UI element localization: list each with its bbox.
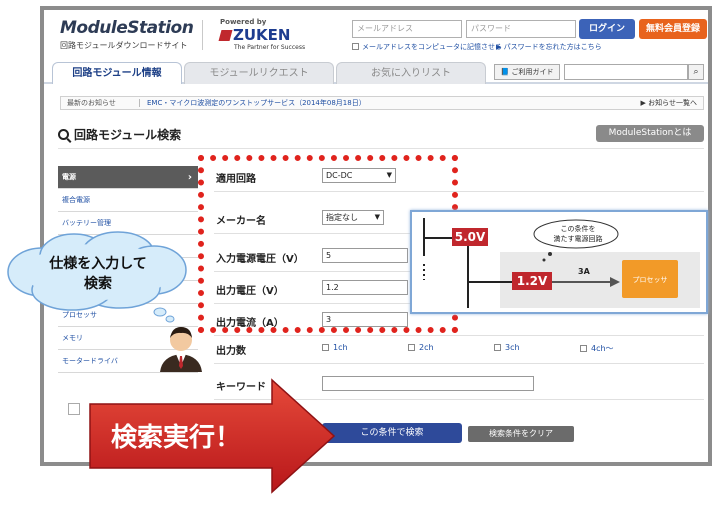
news-more-link[interactable]: ▶ お知らせ一覧へ	[641, 97, 697, 109]
row-channels: 出力数 1ch 2ch 3ch 4ch～	[214, 332, 704, 364]
login-button[interactable]: ログイン	[579, 19, 635, 39]
news-divider	[139, 99, 140, 107]
news-label: 最新のお知らせ	[67, 99, 116, 107]
bubble-line-1: この条件を	[561, 224, 596, 233]
channel-4ch-checkbox[interactable]: 4ch～	[580, 343, 614, 354]
circuit-diagram: 5.0V 1.2V 3A プロセッサ この条件を 満たす電源回路	[423, 218, 700, 308]
sidebar-item-power[interactable]: 電源 ›	[58, 166, 198, 189]
search-icon[interactable]: ⌕	[688, 64, 704, 80]
businessman-icon	[156, 322, 206, 372]
partner-logo: Powered by ZUKEN The Partner for Success	[218, 18, 330, 52]
site-logo[interactable]: ModuleStation 回路モジュールダウンロードサイト	[60, 18, 194, 54]
search-submit-button[interactable]: この条件で検索	[322, 423, 462, 443]
channel-3ch-checkbox[interactable]: 3ch	[494, 343, 520, 352]
circuit-example-inset: 5.0V 1.2V 3A プロセッサ この条件を 満たす電源回路	[410, 210, 708, 314]
channel-2ch-checkbox[interactable]: 2ch	[408, 343, 434, 352]
channel-1ch-checkbox[interactable]: 1ch	[322, 343, 348, 352]
chevron-right-icon: ›	[187, 172, 192, 183]
checkbox-icon	[494, 344, 501, 351]
tab-favorites[interactable]: お気に入りリスト	[336, 62, 486, 84]
cloud-line-1: 仕様を入力して	[48, 255, 147, 272]
cloud-line-2: 検索	[84, 275, 112, 292]
sidebar-toggle[interactable]	[68, 403, 80, 415]
execute-search-arrow: 検索実行！	[86, 376, 338, 496]
instruction-cloud: 仕様を入力して 検索	[2, 228, 190, 314]
title-divider	[58, 148, 704, 149]
arrow-text: 検索実行！	[111, 422, 241, 453]
guide-button[interactable]: 📘 ご利用ガイド	[494, 64, 560, 80]
vout-text: 1.2V	[517, 274, 548, 288]
site-search-input[interactable]	[564, 64, 688, 80]
checkbox-icon	[408, 344, 415, 351]
zuken-mark-icon	[218, 30, 233, 41]
remember-checkbox[interactable]: メールアドレスをコンピュータに記憶させる	[352, 42, 502, 52]
sidebar-item-composite-power[interactable]: 複合電源	[58, 189, 198, 212]
keyword-input[interactable]	[322, 376, 534, 391]
tab-module-request[interactable]: モジュールリクエスト	[184, 62, 334, 84]
tab-module-info[interactable]: 回路モジュール情報	[52, 62, 182, 84]
processor-text: プロセッサ	[633, 276, 668, 284]
clear-conditions-button[interactable]: 検索条件をクリア	[468, 426, 574, 442]
page-title: 回路モジュール検索	[58, 126, 181, 143]
checkbox-icon	[322, 344, 329, 351]
bubble-dot-1	[548, 252, 552, 256]
logo-subtitle: 回路モジュールダウンロードサイト	[60, 41, 188, 50]
email-field[interactable]: メールアドレス	[352, 20, 462, 38]
partner-tagline: The Partner for Success	[234, 44, 306, 51]
powered-by-text: Powered by	[220, 18, 267, 26]
current-text: 3A	[578, 267, 591, 276]
logo-brand: ModuleStation	[60, 18, 194, 38]
checkbox-icon	[580, 345, 587, 352]
channels-label: 出力数	[216, 346, 246, 357]
checkbox-icon	[352, 43, 359, 50]
tab-bar: 回路モジュール情報 モジュールリクエスト お気に入りリスト 📘 ご利用ガイド ⌕	[44, 62, 708, 84]
about-button[interactable]: ModuleStationとは	[596, 125, 704, 142]
forgot-password-link[interactable]: ▶ パスワードを忘れた方はこちら	[496, 42, 602, 52]
cloud-shape: 仕様を入力して 検索	[7, 231, 187, 311]
header-divider	[202, 20, 203, 50]
bubble-line-2: 満たす電源回路	[554, 234, 603, 243]
news-link[interactable]: EMC・マイクロ波測定のワンストップサービス（2014年08月18日）	[147, 97, 366, 109]
register-button[interactable]: 無料会員登録	[639, 19, 707, 39]
arrow-shape: 検索実行！	[89, 378, 336, 494]
vin-text: 5.0V	[455, 230, 486, 244]
news-bar: 最新のお知らせ EMC・マイクロ波測定のワンストップサービス（2014年08月1…	[60, 96, 704, 110]
partner-brand: ZUKEN	[218, 26, 330, 44]
password-field[interactable]: パスワード	[466, 20, 576, 38]
magnifier-icon	[58, 129, 69, 140]
bubble-dot-2	[542, 258, 546, 262]
